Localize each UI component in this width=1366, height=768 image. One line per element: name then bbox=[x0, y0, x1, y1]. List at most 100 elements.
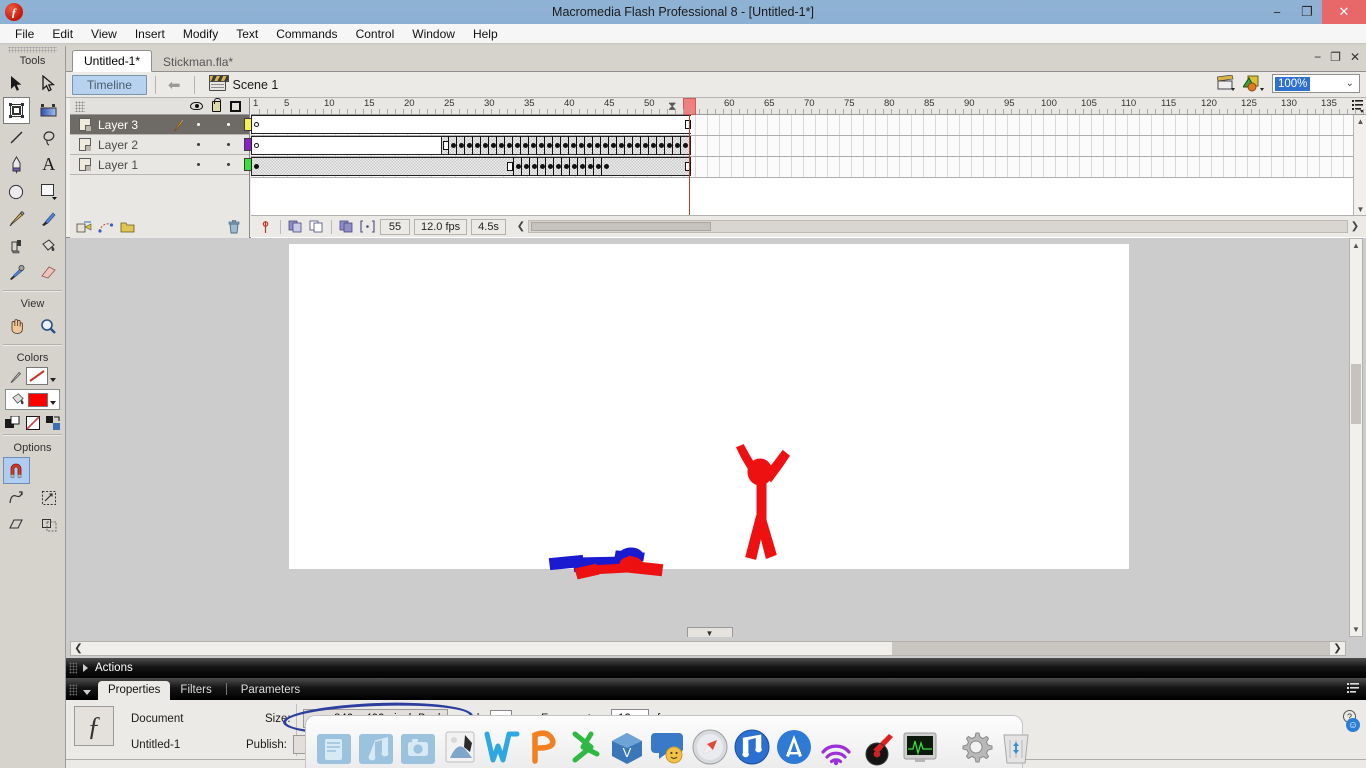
layer-row-3[interactable]: Layer 3 bbox=[70, 115, 257, 135]
frame-end-marker-layer-3[interactable] bbox=[685, 120, 691, 129]
add-motion-guide-icon[interactable] bbox=[98, 220, 114, 234]
arrow-tool[interactable] bbox=[3, 70, 30, 97]
menu-text[interactable]: Text bbox=[227, 25, 267, 43]
insert-layer-icon[interactable] bbox=[76, 220, 92, 234]
expand-arrow-icon[interactable] bbox=[83, 664, 88, 672]
virtualbox-icon[interactable]: V bbox=[609, 724, 645, 766]
menu-insert[interactable]: Insert bbox=[126, 25, 174, 43]
ink-bottle-tool[interactable] bbox=[3, 232, 30, 259]
no-color-icon[interactable] bbox=[25, 416, 40, 430]
menu-file[interactable]: File bbox=[6, 25, 43, 43]
stage-hscroll-rest[interactable] bbox=[892, 642, 1330, 655]
swap-colors-icon[interactable] bbox=[45, 416, 61, 430]
document-tab-untitled-1[interactable]: Untitled-1* bbox=[72, 50, 153, 72]
timeline-horizontal-scrollbar[interactable]: ❮ ❯ bbox=[514, 219, 1362, 234]
accessibility-icon[interactable]: ☺ bbox=[1346, 718, 1360, 732]
serato-icon[interactable] bbox=[859, 724, 897, 766]
stage-scroll-left-icon[interactable]: ❮ bbox=[71, 643, 86, 654]
actions-panel-grip[interactable] bbox=[69, 662, 77, 674]
powerpoint-icon[interactable] bbox=[525, 724, 563, 766]
keyframe-empty-layer-2[interactable] bbox=[254, 143, 259, 148]
menu-edit[interactable]: Edit bbox=[43, 25, 82, 43]
documents-folder-icon[interactable] bbox=[315, 724, 353, 766]
timeline-button[interactable]: Timeline bbox=[72, 74, 147, 95]
doc-minimize-button[interactable]: − bbox=[1314, 50, 1321, 64]
doc-close-button[interactable]: ✕ bbox=[1350, 50, 1360, 64]
stage-viewport[interactable]: ▼ bbox=[70, 238, 1349, 637]
keyframe-dot[interactable] bbox=[683, 143, 688, 148]
stroke-color-caret-icon[interactable] bbox=[50, 377, 56, 382]
elapsed-time-field[interactable]: 4.5s bbox=[471, 218, 506, 235]
frame-span-layer-3[interactable] bbox=[251, 115, 691, 134]
edit-symbols-icon[interactable] bbox=[1243, 75, 1265, 92]
rectangle-tool[interactable] bbox=[35, 178, 62, 205]
tab-filters[interactable]: Filters bbox=[170, 681, 221, 700]
back-to-scene-arrow-icon[interactable]: ⬅ bbox=[168, 76, 181, 94]
hand-tool[interactable] bbox=[3, 313, 30, 340]
stroke-color-swatch[interactable] bbox=[26, 367, 48, 385]
collapse-arrow-icon[interactable] bbox=[83, 690, 91, 695]
timeline-scroll-track[interactable] bbox=[527, 220, 1348, 233]
layers-panel-grip[interactable] bbox=[75, 100, 85, 112]
line-tool[interactable] bbox=[3, 124, 30, 151]
safari-icon[interactable] bbox=[691, 724, 729, 766]
modify-onion-markers-icon[interactable] bbox=[359, 219, 376, 235]
oval-tool[interactable] bbox=[3, 178, 30, 205]
stage-vscroll-thumb[interactable] bbox=[1351, 364, 1361, 424]
snap-to-objects-icon[interactable] bbox=[2, 457, 30, 484]
menu-help[interactable]: Help bbox=[464, 25, 507, 43]
subselection-tool[interactable] bbox=[35, 70, 62, 97]
edit-multiple-frames-icon[interactable] bbox=[338, 219, 355, 235]
zoom-level-select[interactable]: 100% ⌄ bbox=[1272, 74, 1360, 93]
menu-modify[interactable]: Modify bbox=[174, 25, 227, 43]
timeline-scroll-thumb[interactable] bbox=[530, 222, 711, 231]
menu-commands[interactable]: Commands bbox=[267, 25, 346, 43]
stage-collapse-tab[interactable]: ▼ bbox=[686, 627, 733, 637]
timeline-ruler[interactable]: 1 5 10 15 20 25 30 35 40 45 50 55 60 65 … bbox=[251, 98, 1366, 115]
timeline-scroll-right-icon[interactable]: ❯ bbox=[1348, 221, 1362, 232]
current-frame-field[interactable]: 55 bbox=[380, 218, 410, 235]
keyframe-dot[interactable] bbox=[604, 164, 609, 169]
layer-row-2[interactable]: Layer 2 bbox=[70, 135, 257, 155]
onion-skin-outlines-icon[interactable] bbox=[308, 219, 325, 235]
menu-control[interactable]: Control bbox=[347, 25, 404, 43]
stage-scroll-down-icon[interactable]: ▼ bbox=[1350, 623, 1362, 636]
pictures-folder-icon[interactable] bbox=[399, 724, 437, 766]
standing-stickman[interactable] bbox=[733, 444, 793, 564]
timeline-scroll-left-icon[interactable]: ❮ bbox=[514, 221, 528, 232]
activity-monitor-icon[interactable] bbox=[901, 724, 939, 766]
tab-parameters[interactable]: Parameters bbox=[231, 681, 310, 700]
straighten-icon[interactable] bbox=[35, 484, 62, 511]
excel-icon[interactable] bbox=[567, 724, 605, 766]
scene-breadcrumb[interactable]: Scene 1 bbox=[209, 75, 278, 92]
onion-skin-icon[interactable] bbox=[287, 219, 304, 235]
pencil-tool[interactable] bbox=[3, 205, 30, 232]
airport-icon[interactable] bbox=[817, 724, 855, 766]
system-preferences-icon[interactable] bbox=[957, 724, 995, 766]
close-button[interactable]: ✕ bbox=[1322, 0, 1366, 24]
frame-rate-field[interactable]: 12.0 fps bbox=[414, 218, 468, 235]
fallen-stickman-red[interactable] bbox=[569, 552, 699, 582]
frame-span-static-layer-2[interactable] bbox=[251, 136, 442, 155]
playhead-marker[interactable] bbox=[683, 98, 696, 115]
layer-visible-toggle-3[interactable] bbox=[197, 123, 200, 126]
smooth-icon[interactable] bbox=[3, 484, 30, 511]
stage-hscroll-thumb[interactable] bbox=[86, 642, 676, 655]
outline-square-icon[interactable] bbox=[230, 100, 241, 112]
stage-canvas[interactable] bbox=[289, 244, 1129, 580]
lasso-tool[interactable] bbox=[35, 124, 62, 151]
gradient-transform-tool[interactable] bbox=[35, 97, 62, 124]
minimize-button[interactable]: − bbox=[1262, 0, 1292, 24]
music-folder-icon[interactable] bbox=[357, 724, 395, 766]
itunes-icon[interactable] bbox=[733, 724, 771, 766]
keyframe-filled-layer-1[interactable] bbox=[254, 164, 259, 169]
eraser-tool[interactable] bbox=[35, 259, 62, 286]
preview-icon[interactable] bbox=[441, 724, 479, 766]
pen-tool[interactable] bbox=[3, 151, 30, 178]
messages-icon[interactable] bbox=[649, 724, 687, 766]
stage-horizontal-scrollbar[interactable]: ❮ ❯ bbox=[70, 641, 1346, 656]
zoom-tool[interactable] bbox=[35, 313, 62, 340]
keyframe-empty-layer-3[interactable] bbox=[254, 122, 259, 127]
tab-properties[interactable]: Properties bbox=[98, 681, 171, 700]
frame-row-layer-2[interactable] bbox=[251, 136, 1366, 156]
